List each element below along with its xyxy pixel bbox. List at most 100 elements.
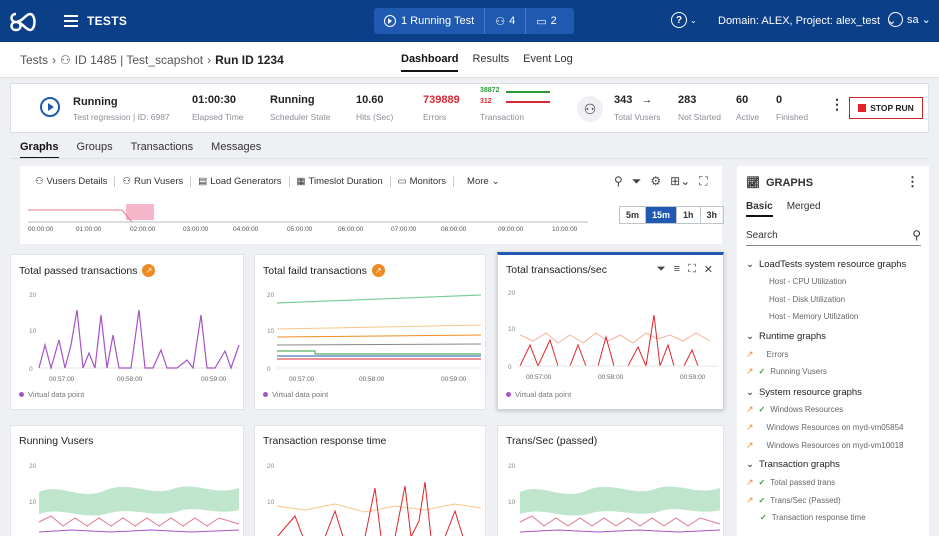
purple-dot-icon <box>506 392 511 397</box>
vusers-button[interactable]: ⚇ 4 <box>484 8 525 34</box>
breadcrumb-test[interactable]: ID 1485 | Test_scapshot <box>75 53 203 67</box>
graph-card-running-vusers[interactable]: Running Vusers 20 10 <box>10 425 244 536</box>
filter-icon[interactable]: ⏷ <box>632 174 642 189</box>
monitors-button[interactable]: ▭ 2 <box>525 8 567 34</box>
x-tick: 00:57:00 <box>289 376 315 383</box>
view-tabs: Dashboard Results Event Log <box>401 53 573 72</box>
users-icon: ⚇ <box>122 176 131 187</box>
monitors-button[interactable]: ▭ Monitors <box>391 176 455 187</box>
run-state: Running <box>73 96 118 108</box>
active-value: 60 <box>736 94 749 106</box>
series-line <box>519 332 711 344</box>
domain-project-selector[interactable]: Domain: ALEX, Project: alex_test ⌄ <box>718 14 896 27</box>
graph-card-transaction-response-time[interactable]: Transaction response time 20 10 <box>254 425 486 536</box>
search-icon[interactable]: ⚲ <box>614 174 623 189</box>
tab-transactions[interactable]: Transactions <box>131 141 194 159</box>
total-vusers-value: 343 → <box>614 94 653 106</box>
timeline-overview[interactable] <box>28 196 588 226</box>
range-5m[interactable]: 5m <box>620 207 647 223</box>
graph-card-passed-transactions[interactable]: Total passed transactions ↗ 20 10 0 00:57… <box>10 254 244 410</box>
timeline-tick: 02:00:00 <box>130 226 156 233</box>
series-line <box>276 343 482 346</box>
time-range-selector: 5m 15m 1h 3h <box>619 206 725 224</box>
group-runtime[interactable]: ⌄ Runtime graphs <box>746 331 826 342</box>
errors-value[interactable]: 739889 <box>423 94 460 106</box>
app-title: TESTS <box>87 14 128 28</box>
group-transaction[interactable]: ⌄ Transaction graphs <box>746 459 840 470</box>
user-menu[interactable]: sa ⌄ <box>888 12 931 27</box>
help-menu[interactable]: ? ⌄ <box>671 12 697 28</box>
chevron-down-icon: ⌄ <box>746 387 754 398</box>
line-chart-icon: ↗ <box>746 440 754 450</box>
range-1h[interactable]: 1h <box>677 207 701 223</box>
range-15m[interactable]: 15m <box>646 207 678 223</box>
graph-item-total-passed-trans[interactable]: ↗ ✓ Total passed trans <box>746 477 835 488</box>
run-summary-pill: 1 Running Test ⚇ 4 ▭ 2 <box>374 8 574 34</box>
vusers-details-button[interactable]: ⚇ Vusers Details <box>28 176 116 187</box>
graph-item-running-vusers[interactable]: ↗ ✓ Running Vusers <box>746 366 827 377</box>
stop-icon <box>858 104 867 112</box>
settings-icon[interactable]: ⚙ <box>650 174 661 189</box>
graph-item[interactable]: Host - Disk Utilization <box>769 295 845 304</box>
graph-item-errors[interactable]: ↗ Errors <box>746 349 788 360</box>
users-icon: ⚇ <box>35 176 44 187</box>
monitor-icon: ▭ <box>397 176 407 187</box>
timeline-tick: 10:00:00 <box>552 226 578 233</box>
layout-icon[interactable]: ⊞⌄ <box>670 174 690 189</box>
stop-run-button[interactable]: STOP RUN <box>849 97 923 119</box>
y-tick: 10 <box>267 499 275 506</box>
more-dropdown[interactable]: More ⌄ <box>460 176 507 187</box>
y-tick: 10 <box>267 328 275 335</box>
graph-item-windows-resources-10018[interactable]: ↗ Windows Resources on myd-vm10018 <box>746 440 904 451</box>
group-system-resource[interactable]: ⌄ System resource graphs <box>746 387 862 398</box>
more-options-icon[interactable]: ⋮ <box>830 96 844 113</box>
graph-item-trans-sec-passed[interactable]: ↗ ✓ Trans/Sec (Passed) <box>746 495 841 506</box>
chevron-down-icon: ⌄ <box>491 176 500 187</box>
divider <box>10 158 929 159</box>
breadcrumb-tests[interactable]: Tests <box>20 53 48 67</box>
app-logo[interactable] <box>8 6 38 36</box>
vusers-icon: ⚇ <box>495 15 506 28</box>
group-loadtests-system-resource[interactable]: ⌄ LoadTests system resource graphs <box>746 259 906 270</box>
timeline-tick: 00:00:00 <box>28 226 54 233</box>
tab-results[interactable]: Results <box>472 53 509 72</box>
tab-graphs[interactable]: Graphs <box>20 141 59 159</box>
timeslot-duration-button[interactable]: ▦ Timeslot Duration <box>290 176 391 187</box>
timeline-tick: 09:00:00 <box>498 226 524 233</box>
legend-item: Virtual data point <box>506 390 571 399</box>
x-tick: 00:58:00 <box>598 374 624 381</box>
chevron-right-icon: › <box>207 53 212 67</box>
tab-groups[interactable]: Groups <box>77 141 113 159</box>
timeline-panel: ⚇ Vusers Details ⚇ Run Vusers ▤ Load Genera… <box>20 166 725 244</box>
more-options-icon[interactable]: ⋮ <box>906 174 919 190</box>
graph-item-windows-resources[interactable]: ↗ ✓ Windows Resources <box>746 404 843 415</box>
tab-messages[interactable]: Messages <box>211 141 261 159</box>
graph-item-transaction-response-time[interactable]: ✓ Transaction response time <box>760 513 866 522</box>
vusers-icon: ⚇ <box>577 96 603 122</box>
line-chart-icon: 📈︎ <box>746 177 760 189</box>
run-vusers-button[interactable]: ⚇ Run Vusers <box>115 176 190 187</box>
test-icon: ⚇ <box>60 53 71 67</box>
search-icon[interactable]: ⚲ <box>912 228 921 242</box>
series-line <box>38 529 240 533</box>
running-test-button[interactable]: 1 Running Test <box>374 8 484 34</box>
graph-item[interactable]: Host - CPU Utilization <box>769 277 846 286</box>
chevron-down-icon: ⌄ <box>746 259 754 270</box>
chart-area: 20 10 <box>267 463 482 536</box>
load-generators-button[interactable]: ▤ Load Generators <box>190 176 290 187</box>
graph-item[interactable]: Host - Memory Utilization <box>769 312 858 321</box>
graph-card-trans-sec-passed[interactable]: Trans/Sec (passed) 20 10 <box>497 425 724 536</box>
fullscreen-icon[interactable]: ⛶ <box>699 174 707 189</box>
tab-event-log[interactable]: Event Log <box>523 53 573 72</box>
menu-icon[interactable] <box>64 15 78 27</box>
graph-card-transactions-per-sec[interactable]: Total transactions/sec ⏷ ≡ ⛶ ✕ 20 10 0 0… <box>497 252 724 410</box>
series-line <box>276 503 482 513</box>
range-3h[interactable]: 3h <box>701 207 724 223</box>
tab-dashboard[interactable]: Dashboard <box>401 53 459 72</box>
graph-card-failed-transactions[interactable]: Total faild transactions ↗ 20 10 0 00:57:… <box>254 254 486 410</box>
tab-merged[interactable]: Merged <box>787 201 821 217</box>
tab-basic[interactable]: Basic <box>746 201 773 217</box>
timeline-selection <box>126 204 154 220</box>
graph-item-windows-resources-05854[interactable]: ↗ Windows Resources on myd-vm05854 <box>746 422 904 433</box>
graph-search-input[interactable]: Search ⚲ <box>746 226 921 246</box>
